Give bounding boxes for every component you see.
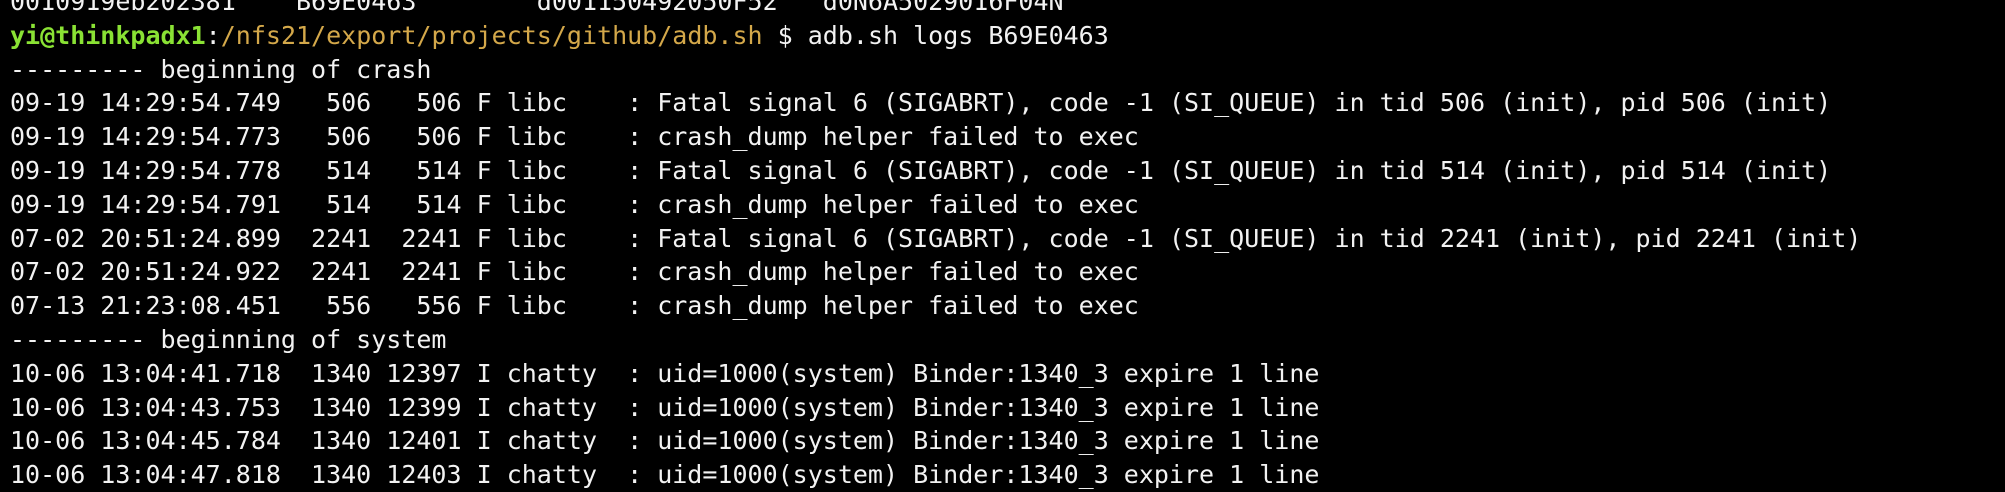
- prompt-separator: :: [205, 20, 221, 50]
- log-line: 09-19 14:29:54.791 514 514 F libc : cras…: [10, 189, 1139, 219]
- prompt-symbol: $: [762, 20, 808, 50]
- log-line: 09-19 14:29:54.773 506 506 F libc : cras…: [10, 122, 1139, 152]
- log-line: 07-02 20:51:24.922 2241 2241 F libc : cr…: [10, 257, 1139, 287]
- terminal-output[interactable]: 0010919eb202381 B69E0463 d001150492050F5…: [0, 0, 2005, 489]
- log-line: 07-02 20:51:24.899 2241 2241 F libc : Fa…: [10, 223, 1862, 253]
- prompt-cwd: /nfs21/export/projects/github/adb.sh: [220, 20, 763, 50]
- log-line: 10-06 13:04:43.753 1340 12399 I chatty :…: [10, 392, 1320, 422]
- log-line: 09-19 14:29:54.778 514 514 F libc : Fata…: [10, 155, 1832, 185]
- shell-prompt-line: yi@thinkpadx1:/nfs21/export/projects/git…: [0, 19, 2005, 53]
- log-line: 07-13 21:23:08.451 556 556 F libc : cras…: [10, 291, 1139, 321]
- log-line: 10-06 13:04:47.818 1340 12403 I chatty :…: [10, 460, 1320, 490]
- log-line: 10-06 13:04:41.718 1340 12397 I chatty :…: [10, 358, 1320, 388]
- prompt-command: adb.sh logs B69E0463: [807, 20, 1109, 50]
- prompt-user-host: yi@thinkpadx1: [10, 20, 206, 50]
- log-line: 09-19 14:29:54.749 506 506 F libc : Fata…: [10, 88, 1832, 118]
- terminal-line-partial: 0010919eb202381 B69E0463 d001150492050F5…: [10, 0, 1064, 16]
- log-section-header-system: --------- beginning of system: [10, 324, 447, 354]
- log-line: 10-06 13:04:45.784 1340 12401 I chatty :…: [10, 426, 1320, 456]
- log-section-header-crash: --------- beginning of crash: [10, 54, 432, 84]
